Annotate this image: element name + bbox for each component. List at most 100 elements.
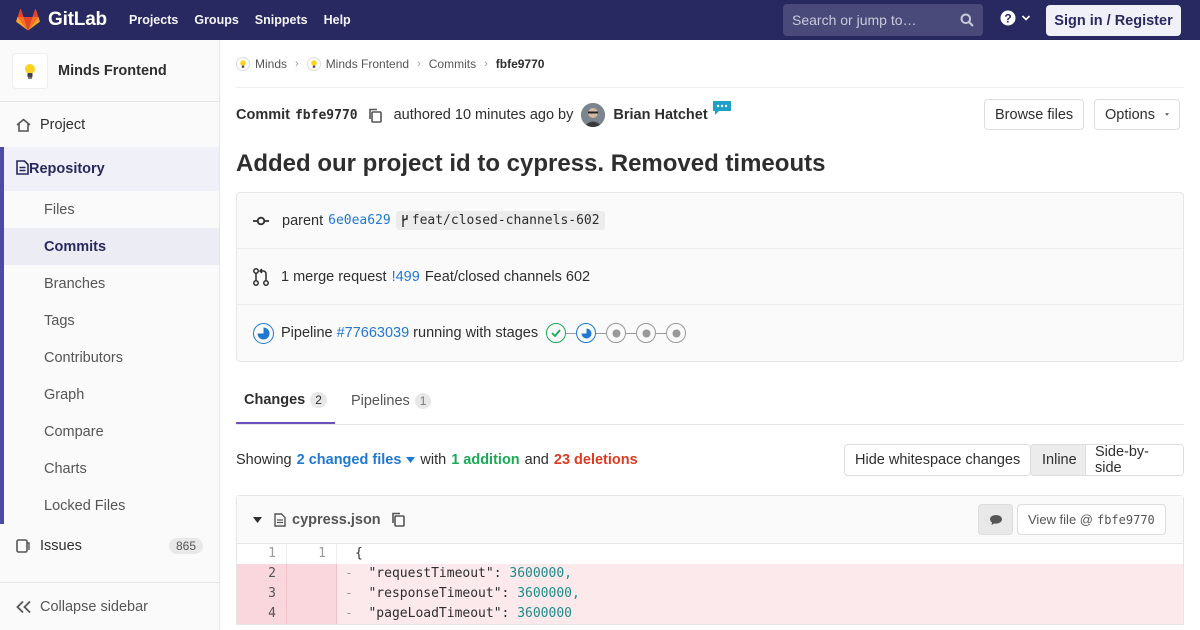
avatar[interactable] [581, 103, 606, 127]
additions-count: 1 addition [451, 452, 520, 468]
breadcrumb-item[interactable]: Commits [429, 57, 476, 71]
inline-view-button[interactable]: Inline [1030, 444, 1089, 476]
sidebar-sub-graph[interactable]: Graph [4, 376, 219, 413]
search-placeholder: Search or jump to… [792, 12, 917, 28]
branch-label[interactable]: feat/closed-channels-602 [395, 211, 605, 230]
pipeline-link[interactable]: #77663039 [337, 325, 410, 341]
caret-down-icon[interactable] [253, 516, 262, 523]
double-chevron-left-icon [16, 600, 31, 613]
caret-down-icon [1164, 113, 1169, 116]
old-line-number[interactable]: 3 [237, 584, 287, 604]
help-dropdown[interactable]: ? [1000, 10, 1031, 26]
brand-name: GitLab [48, 9, 107, 30]
search-input[interactable]: Search or jump to… [783, 4, 983, 36]
changed-files-dropdown[interactable]: 2 changed files [297, 452, 416, 468]
tab-changes[interactable]: Changes 2 [236, 378, 335, 424]
merge-request-icon [253, 267, 269, 286]
new-line-number[interactable] [287, 584, 337, 604]
sidebar-sub-tags[interactable]: Tags [4, 302, 219, 339]
diff-line-context: 1 1 { [237, 544, 1183, 564]
pipeline-running-icon[interactable] [253, 322, 274, 344]
old-line-number[interactable]: 4 [237, 604, 287, 624]
commit-sha: fbfe9770 [294, 107, 358, 123]
hide-whitespace-button[interactable]: Hide whitespace changes [844, 444, 1032, 476]
comment-toggle-button[interactable] [978, 504, 1013, 535]
sidebar-section-repository: Repository Files Commits Branches Tags C… [0, 147, 219, 524]
nav-groups[interactable]: Groups [186, 13, 246, 27]
options-dropdown[interactable]: Options [1094, 99, 1180, 130]
branch-icon [402, 214, 408, 227]
caret-down-icon [406, 457, 416, 463]
main-nav: Projects Groups Snippets Help [121, 13, 359, 27]
sidebar-sub-contributors[interactable]: Contributors [4, 339, 219, 376]
project-sidebar: Minds Frontend Project Repository Files … [0, 40, 220, 630]
chat-bubble-icon [712, 101, 731, 115]
pipeline-label: Pipeline [281, 325, 333, 341]
authored-text: authored 10 minutes ago by [393, 107, 574, 123]
new-line-number[interactable] [287, 604, 337, 624]
gitlab-fox-icon [16, 9, 40, 31]
diff-file: cypress.json View file @ fbfe9770 1 1 { … [236, 495, 1184, 625]
new-line-number[interactable]: 1 [287, 544, 337, 564]
nav-projects[interactable]: Projects [121, 13, 186, 27]
new-line-number[interactable] [287, 564, 337, 584]
diff-sign: - [345, 586, 353, 601]
stage-created-icon[interactable] [666, 323, 687, 343]
stage-connector [596, 332, 607, 334]
sidebar-sub-branches[interactable]: Branches [4, 265, 219, 302]
breadcrumb-separator-icon: › [295, 57, 299, 70]
stage-created-icon[interactable] [636, 323, 657, 343]
side-by-side-button[interactable]: Side-by-side [1085, 444, 1184, 476]
code-value: 3600000 [517, 606, 572, 621]
comment-icon [989, 514, 1002, 525]
commit-header: Commit fbfe9770 authored 10 minutes ago … [236, 87, 1184, 142]
sidebar-item-label: Repository [29, 161, 105, 177]
sidebar-sub-files[interactable]: Files [4, 191, 219, 228]
parent-label: parent [282, 212, 324, 229]
pipeline-status-text: running with stages [413, 325, 539, 341]
breadcrumb-label: Minds [255, 56, 288, 71]
sidebar-sub-charts[interactable]: Charts [4, 450, 219, 487]
branch-name: feat/closed-channels-602 [411, 213, 600, 228]
gitlab-logo-link[interactable]: GitLab [0, 9, 115, 31]
tab-count-badge: 1 [414, 393, 432, 409]
sidebar-item-repository[interactable]: Repository [0, 147, 219, 191]
stage-passed-icon[interactable] [546, 323, 567, 343]
old-line-number[interactable]: 2 [237, 564, 287, 584]
diff-file-header: cypress.json View file @ fbfe9770 [237, 496, 1183, 544]
view-file-button[interactable]: View file @ fbfe9770 [1017, 504, 1166, 535]
file-name[interactable]: cypress.json [292, 512, 381, 528]
breadcrumb-separator-icon: › [484, 57, 488, 70]
sidebar-item-project[interactable]: Project [0, 102, 219, 147]
nav-help[interactable]: Help [316, 13, 359, 27]
sidebar-sub-commits[interactable]: Commits [4, 228, 219, 265]
old-line-number[interactable]: 1 [237, 544, 287, 564]
breadcrumb-item[interactable]: Minds Frontend [306, 56, 410, 71]
tab-pipelines[interactable]: Pipelines 1 [343, 378, 440, 424]
copy-icon[interactable] [391, 512, 405, 527]
nav-snippets[interactable]: Snippets [247, 13, 316, 27]
breadcrumb-item[interactable]: Minds [236, 56, 288, 71]
author-name[interactable]: Brian Hatchet [613, 107, 707, 123]
breadcrumb-item-current[interactable]: fbfe9770 [496, 57, 545, 71]
merge-request-row: 1 merge request !499 Feat/closed channel… [237, 249, 1183, 305]
sidebar-sub-locked-files[interactable]: Locked Files [4, 487, 219, 524]
stage-running-icon[interactable] [576, 323, 597, 343]
tab-label: Pipelines [350, 393, 410, 409]
sidebar-project-header[interactable]: Minds Frontend [0, 40, 219, 102]
browse-files-button[interactable]: Browse files [984, 99, 1085, 130]
parent-sha-link[interactable]: 6e0ea629 [328, 213, 391, 228]
sidebar-sub-compare[interactable]: Compare [4, 413, 219, 450]
sidebar-item-issues[interactable]: Issues 865 [0, 524, 219, 568]
sign-in-button[interactable]: Sign in / Register [1046, 5, 1181, 36]
mr-link[interactable]: !499 [392, 269, 420, 285]
collapse-sidebar-button[interactable]: Collapse sidebar [0, 582, 219, 630]
stage-created-icon[interactable] [606, 323, 627, 343]
svg-text:?: ? [1004, 12, 1011, 26]
lightbulb-icon [236, 56, 250, 71]
copy-icon[interactable] [368, 108, 382, 123]
mr-title: Feat/closed channels 602 [424, 268, 591, 285]
view-file-label: View file @ [1028, 512, 1093, 527]
commit-tabs: Changes 2 Pipelines 1 [236, 362, 1184, 425]
breadcrumb-label: Minds Frontend [325, 56, 410, 71]
